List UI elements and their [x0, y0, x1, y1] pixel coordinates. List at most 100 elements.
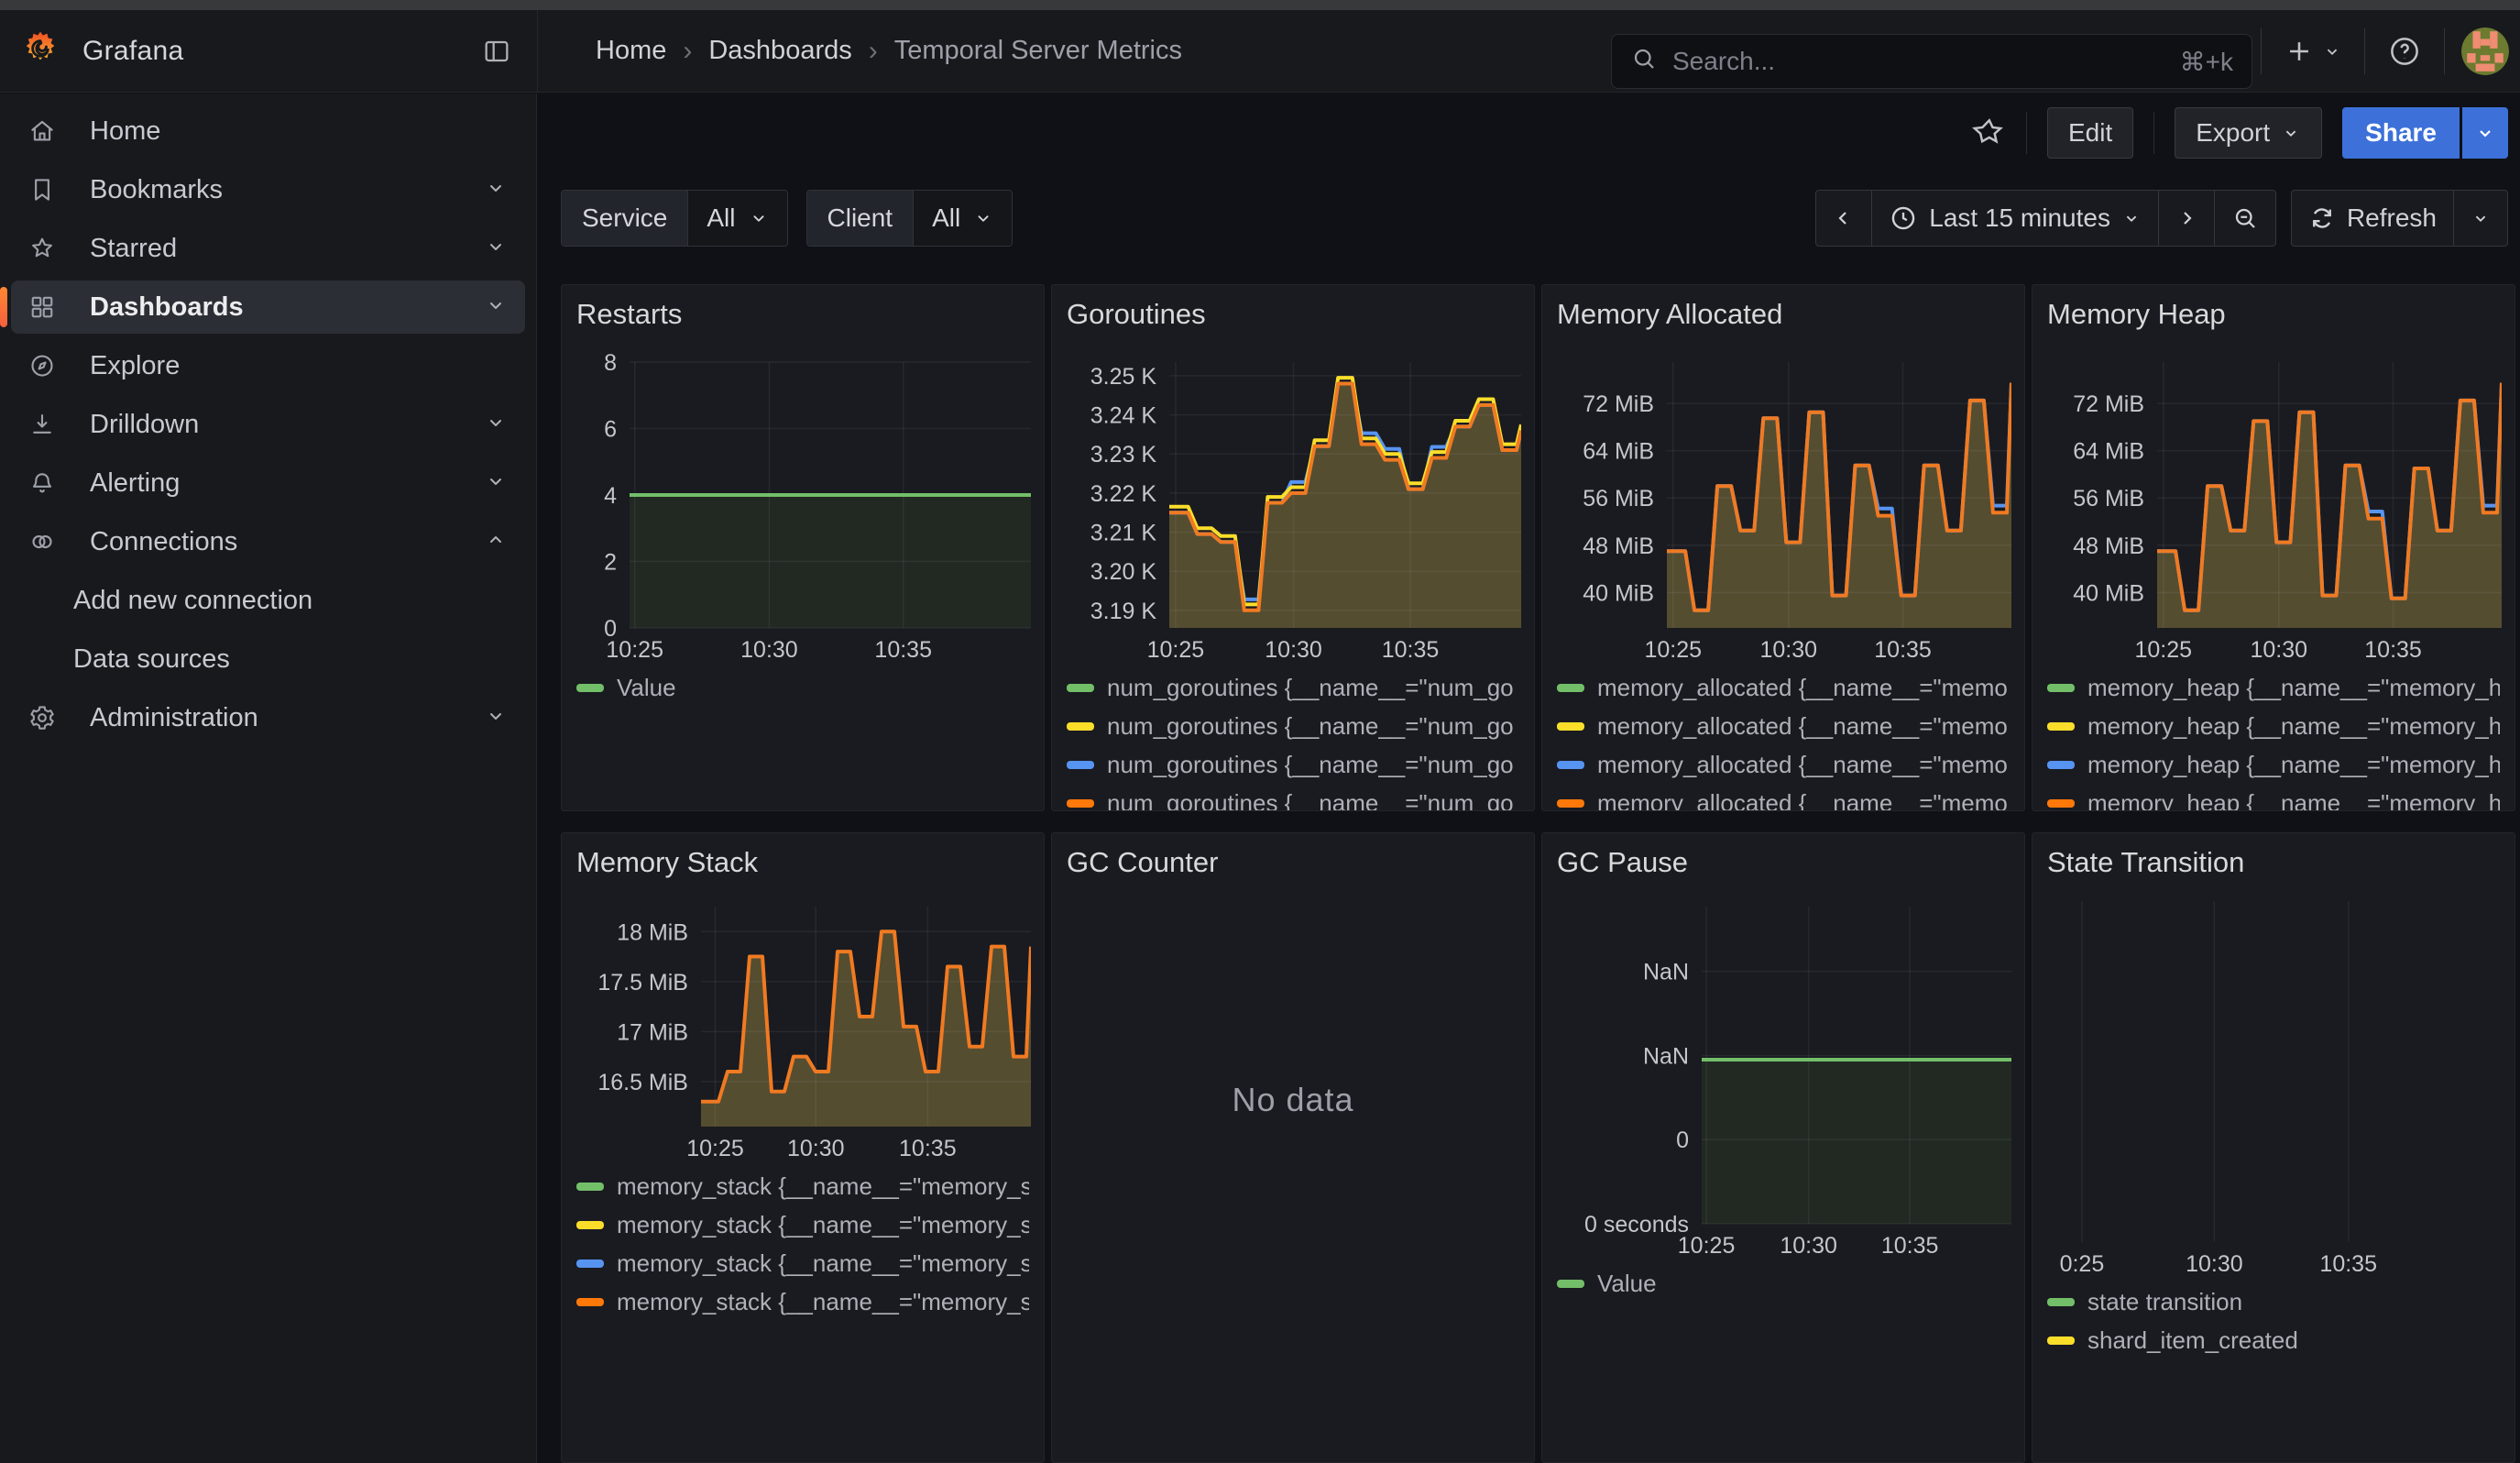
- panel-title[interactable]: State Transition: [2047, 846, 2500, 883]
- help-button[interactable]: [2382, 28, 2427, 74]
- panel-legend: num_goroutines {__name__="num_gonum_goro…: [1067, 668, 1519, 811]
- legend-item[interactable]: num_goroutines {__name__="num_go: [1067, 745, 1519, 784]
- y-axis-label: 48 MiB: [1583, 534, 1654, 559]
- y-axis-label: 3.21 K: [1090, 521, 1157, 546]
- chart-memory-heap[interactable]: 40 MiB48 MiB56 MiB64 MiB72 MiB10:2510:30…: [2047, 335, 2502, 665]
- sidebar-item-explore[interactable]: Explore: [11, 339, 525, 392]
- legend-item[interactable]: memory_allocated {__name__="memo: [1557, 668, 2010, 707]
- zoom-out-button[interactable]: [2215, 190, 2276, 247]
- sidebar-item-drilldown[interactable]: Drilldown: [11, 398, 525, 451]
- sidebar-item-add-new-connection[interactable]: Add new connection: [11, 574, 525, 627]
- sidebar-item-connections[interactable]: Connections: [11, 515, 525, 568]
- new-button[interactable]: [2278, 30, 2348, 72]
- panel-legend: memory_stack {__name__="memory_smemory_s…: [576, 1167, 1029, 1321]
- avatar[interactable]: [2461, 28, 2509, 75]
- chevron-down-icon[interactable]: [485, 412, 507, 438]
- sidebar-item-bookmarks[interactable]: Bookmarks: [11, 163, 525, 216]
- chart-gc-pause[interactable]: 0 seconds0NaNNaN10:2510:3010:35: [1557, 883, 2011, 1260]
- chevron-down-icon[interactable]: [485, 294, 507, 321]
- breadcrumb-item[interactable]: Home: [596, 36, 666, 66]
- legend-item[interactable]: memory_heap {__name__="memory_h: [2047, 784, 2500, 811]
- chevron-down: [485, 412, 507, 434]
- legend-item[interactable]: memory_stack {__name__="memory_s: [576, 1167, 1029, 1205]
- legend-item[interactable]: memory_allocated {__name__="memo: [1557, 784, 2010, 811]
- legend-item[interactable]: memory_heap {__name__="memory_h: [2047, 707, 2500, 745]
- panel-title[interactable]: Restarts: [576, 298, 1029, 335]
- chevron-down-icon[interactable]: [485, 705, 507, 732]
- legend-label: memory_stack {__name__="memory_s: [617, 1172, 1029, 1201]
- y-axis-label: 72 MiB: [2073, 391, 2144, 417]
- brand[interactable]: Grafana: [22, 10, 184, 92]
- edit-button[interactable]: Edit: [2047, 107, 2133, 159]
- chevron-up-icon[interactable]: [485, 529, 507, 556]
- time-shift-forward-button[interactable]: [2159, 190, 2215, 247]
- legend-label: memory_allocated {__name__="memo: [1597, 751, 2008, 779]
- variable-service[interactable]: ServiceAll: [561, 190, 788, 247]
- variable-filters: ServiceAll ClientAll: [561, 190, 1013, 247]
- chevron-down-icon[interactable]: [485, 177, 507, 204]
- time-shift-back-button[interactable]: [1815, 190, 1872, 247]
- chevron-left-icon: [1833, 207, 1855, 229]
- panel-title[interactable]: Memory Allocated: [1557, 298, 2010, 335]
- favorite-star-button[interactable]: [1971, 116, 2006, 150]
- variable-client[interactable]: ClientAll: [806, 190, 1013, 247]
- legend-item[interactable]: memory_stack {__name__="memory_s: [576, 1282, 1029, 1321]
- legend-item[interactable]: shard_item_created: [2047, 1321, 2500, 1359]
- share-button[interactable]: Share: [2342, 107, 2460, 159]
- chart-restarts[interactable]: 0246810:2510:3010:35: [576, 335, 1031, 665]
- panel-title[interactable]: GC Pause: [1557, 846, 2010, 883]
- chart-goroutines[interactable]: 3.19 K3.20 K3.21 K3.22 K3.23 K3.24 K3.25…: [1067, 335, 1521, 665]
- legend-item[interactable]: num_goroutines {__name__="num_go: [1067, 784, 1519, 811]
- variable-value-dropdown[interactable]: All: [688, 191, 786, 246]
- clock-icon: [1889, 204, 1918, 233]
- chevron-down-icon[interactable]: [485, 470, 507, 497]
- legend-item[interactable]: memory_allocated {__name__="memo: [1557, 707, 2010, 745]
- sidebar-item-starred[interactable]: Starred: [11, 222, 525, 275]
- legend-item[interactable]: Value: [576, 668, 1029, 707]
- chart-memory-stack[interactable]: 16.5 MiB17 MiB17.5 MiB18 MiB10:2510:3010…: [576, 883, 1031, 1163]
- legend-item[interactable]: memory_stack {__name__="memory_s: [576, 1205, 1029, 1244]
- variable-value-dropdown[interactable]: All: [914, 191, 1012, 246]
- chevron-down-icon: [2474, 122, 2496, 144]
- chart-memory-allocated[interactable]: 40 MiB48 MiB56 MiB64 MiB72 MiB10:2510:30…: [1557, 335, 2011, 665]
- share-menu-button[interactable]: [2462, 107, 2508, 159]
- export-button[interactable]: Export: [2175, 107, 2322, 159]
- chart-state-transition[interactable]: 0:2510:3010:35: [2047, 883, 2502, 1279]
- sidebar-item-administration[interactable]: Administration: [11, 691, 525, 744]
- legend-item[interactable]: memory_heap {__name__="memory_h: [2047, 668, 2500, 707]
- refresh-interval-button[interactable]: [2454, 190, 2508, 247]
- legend-item[interactable]: state transition: [2047, 1282, 2500, 1321]
- legend-item[interactable]: num_goroutines {__name__="num_go: [1067, 668, 1519, 707]
- dashboard-controls: ServiceAll ClientAll Last 15 minutes: [561, 189, 2508, 248]
- legend-item[interactable]: memory_stack {__name__="memory_s: [576, 1244, 1029, 1282]
- sidebar-item-data-sources[interactable]: Data sources: [11, 632, 525, 686]
- breadcrumb-item[interactable]: Dashboards: [708, 36, 851, 66]
- time-range-picker[interactable]: Last 15 minutes: [1872, 190, 2159, 247]
- search-input[interactable]: Search... ⌘+k: [1611, 34, 2252, 89]
- legend-item[interactable]: Value: [1557, 1264, 2010, 1303]
- legend-item[interactable]: memory_heap {__name__="memory_h: [2047, 745, 2500, 784]
- x-axis-label: 10:30: [2250, 637, 2307, 663]
- dock-menu-icon[interactable]: [482, 37, 511, 71]
- sidebar-item-dashboards[interactable]: Dashboards: [11, 280, 525, 334]
- sidebar-item-alerting[interactable]: Alerting: [11, 456, 525, 510]
- panel-title[interactable]: GC Counter: [1067, 846, 1519, 883]
- drilldown-icon: [28, 411, 56, 438]
- legend-label: memory_heap {__name__="memory_h: [2087, 674, 2500, 702]
- x-axis-label: 10:30: [1265, 637, 1322, 663]
- refresh-button[interactable]: Refresh: [2291, 190, 2454, 247]
- y-axis-label: 64 MiB: [1583, 439, 1654, 465]
- y-axis-label: 56 MiB: [1583, 486, 1654, 512]
- panel-title[interactable]: Memory Heap: [2047, 298, 2500, 335]
- chevron-down-icon[interactable]: [485, 236, 507, 262]
- legend-item[interactable]: num_goroutines {__name__="num_go: [1067, 707, 1519, 745]
- panel-title[interactable]: Memory Stack: [576, 846, 1029, 883]
- sidebar-item-home[interactable]: Home: [11, 104, 525, 158]
- x-axis-label: 0:25: [2060, 1251, 2105, 1277]
- sidebar-item-label: Connections: [90, 527, 237, 557]
- legend-item[interactable]: memory_allocated {__name__="memo: [1557, 745, 2010, 784]
- search-placeholder: Search...: [1672, 47, 2165, 76]
- legend-swatch: [1557, 799, 1584, 808]
- panel-title[interactable]: Goroutines: [1067, 298, 1519, 335]
- legend-swatch: [2047, 799, 2075, 808]
